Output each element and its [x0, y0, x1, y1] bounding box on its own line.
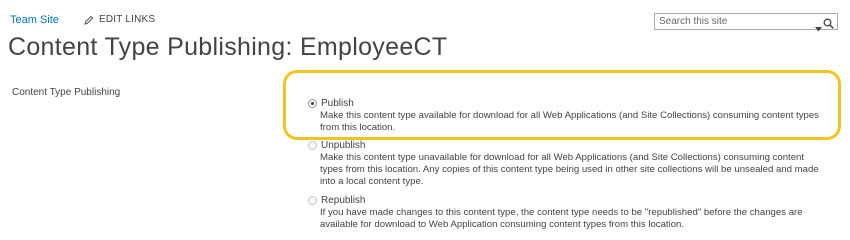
pencil-icon [84, 15, 94, 25]
option-unpublish: Unpublish Make this content type unavail… [308, 139, 838, 188]
search-scope-dropdown-icon[interactable] [815, 19, 822, 37]
edit-links-label: EDIT LINKS [99, 14, 156, 25]
republish-description: If you have made changes to this content… [320, 207, 803, 230]
publish-radio[interactable] [308, 99, 317, 108]
republish-radio[interactable] [308, 196, 317, 205]
search-box [654, 13, 838, 32]
page-title: Content Type Publishing: EmployeeCT [8, 33, 448, 61]
search-input[interactable] [659, 14, 809, 29]
unpublish-description: Make this content type unavailable for d… [320, 152, 819, 187]
option-republish: Republish If you have made changes to th… [308, 194, 838, 231]
publish-label[interactable]: Publish [321, 98, 354, 109]
section-label: Content Type Publishing [12, 87, 121, 98]
search-icon[interactable] [823, 16, 834, 34]
top-bar: Team Site EDIT LINKS [0, 0, 850, 36]
unpublish-label[interactable]: Unpublish [321, 140, 365, 151]
republish-label[interactable]: Republish [321, 195, 365, 206]
option-publish: Publish Make this content type available… [308, 97, 838, 134]
publish-description: Make this content type available for dow… [320, 110, 819, 133]
unpublish-radio[interactable] [308, 141, 317, 150]
team-site-link[interactable]: Team Site [10, 14, 59, 26]
edit-links-button[interactable]: EDIT LINKS [84, 14, 155, 25]
